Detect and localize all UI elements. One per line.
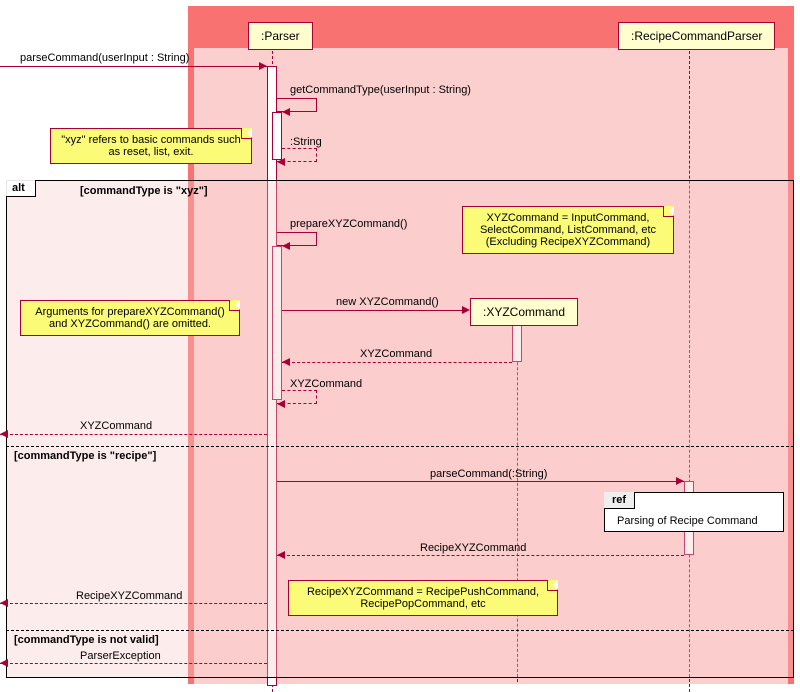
arrow-xyz-ret1 xyxy=(282,362,512,363)
arrowhead-xyz-ret2 xyxy=(277,400,285,408)
arrowhead-parseCommand-recipe xyxy=(676,477,684,485)
recipe-parser-head: :RecipeCommandParser xyxy=(618,22,775,50)
arrowhead-recipe-out xyxy=(0,599,8,607)
arrow-parseCommand xyxy=(0,66,267,67)
label-recipe-out: RecipeXYZCommand xyxy=(76,590,182,602)
ref-box: ref Parsing of Recipe Command xyxy=(604,492,784,532)
label-xyz-ret2: XYZCommand xyxy=(290,378,362,390)
selfcall-xyz-ret-top xyxy=(282,390,317,391)
note-xyz-basic: "xyz" refers to basic commands such as r… xyxy=(50,128,252,164)
parser-head: :Parser xyxy=(248,22,313,50)
arrowhead-getCommandType xyxy=(282,108,290,116)
note-recipexyz: RecipeXYZCommand = RecipePushCommand, Re… xyxy=(288,580,558,616)
note-args: Arguments for prepareXYZCommand() and XY… xyxy=(20,300,240,336)
arrowhead-xyz-ret1 xyxy=(282,358,290,366)
label-parser-exc: ParserException xyxy=(80,650,161,662)
arrowhead-newXYZ xyxy=(462,306,470,314)
arrowhead-parser-exc xyxy=(0,659,8,667)
arrowhead-recipe-ret xyxy=(277,551,285,559)
arrowhead-parseCommand xyxy=(259,62,267,70)
arrow-recipe-out xyxy=(0,603,267,604)
label-prepareXYZ: prepareXYZCommand() xyxy=(290,218,407,230)
parser-label: :Parser xyxy=(261,29,300,43)
xyz-label: :XYZCommand xyxy=(483,305,565,319)
label-parseCommand-recipe: parseCommand(:String) xyxy=(430,468,547,480)
ref-header: ref xyxy=(604,492,635,509)
alt-divider1 xyxy=(6,446,794,447)
guard3: [commandType is not valid] xyxy=(14,634,159,646)
arrowhead-string-ret xyxy=(277,158,285,166)
label-newXYZ: new XYZCommand() xyxy=(336,296,439,308)
selfcall-string-ret-top xyxy=(282,148,317,149)
xyz-head: :XYZCommand xyxy=(470,298,578,326)
recipe-parser-label: :RecipeCommandParser xyxy=(631,29,762,43)
alt-divider2 xyxy=(6,630,794,631)
label-recipe-ret: RecipeXYZCommand xyxy=(420,542,526,554)
note-xyzcmd: XYZCommand = InputCommand, SelectCommand… xyxy=(462,206,674,254)
guard2: [commandType is "recipe"] xyxy=(14,450,156,462)
label-parseCommand: parseCommand(userInput : String) xyxy=(20,52,189,64)
arrow-parser-exc xyxy=(0,663,267,664)
alt-frame-header: alt xyxy=(6,180,36,197)
label-xyz-ret1: XYZCommand xyxy=(360,348,432,360)
label-getCommandType: getCommandType(userInput : String) xyxy=(290,84,471,96)
arrow-parseCommand-recipe xyxy=(277,481,684,482)
arrow-recipe-ret xyxy=(277,555,684,556)
label-xyz-out: XYZCommand xyxy=(80,420,152,432)
ref-body: Parsing of Recipe Command xyxy=(613,511,762,531)
guard1: [commandType is "xyz"] xyxy=(80,185,208,197)
arrowhead-prepareXYZ xyxy=(282,242,290,250)
arrow-xyz-out xyxy=(0,434,267,435)
arrowhead-xyz-out xyxy=(0,430,8,438)
label-string-ret: :String xyxy=(290,136,322,148)
arrow-newXYZ xyxy=(282,310,467,311)
